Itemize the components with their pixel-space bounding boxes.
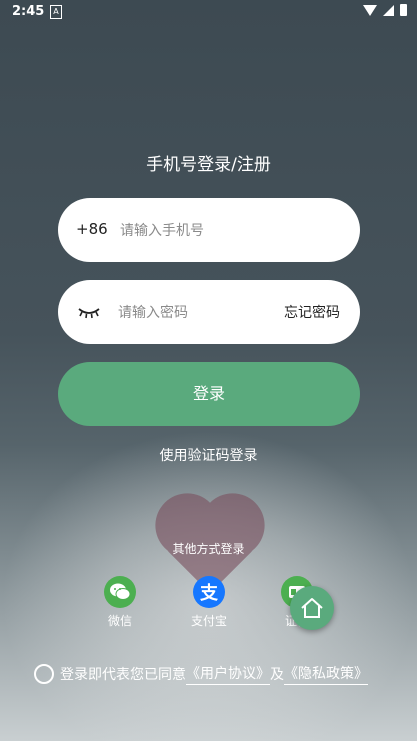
alipay-label: 支付宝 [190, 614, 227, 628]
notification-icon: A [50, 5, 62, 19]
page-title: 手机号登录/注册 [146, 155, 271, 175]
agree-radio[interactable] [34, 664, 54, 684]
forgot-password-link[interactable]: 忘记密码 [284, 302, 340, 322]
privacy-policy-link[interactable]: 《隐私政策》 [284, 663, 368, 685]
wechat-login[interactable]: 微信 [90, 576, 150, 629]
login-button[interactable]: 登录 [58, 362, 360, 426]
agreement-conjunction: 及 [270, 667, 284, 683]
agreement-row: 登录即代表您已同意 《用户协议》 及 《隐私政策》 [34, 663, 368, 685]
alipay-icon: 支 [193, 576, 225, 608]
password-field: 忘记密码 [58, 280, 360, 344]
status-icons [363, 4, 407, 16]
country-code[interactable]: +86 [76, 220, 108, 238]
home-button[interactable] [290, 586, 334, 630]
wechat-icon [104, 576, 136, 608]
wechat-label: 微信 [107, 614, 132, 628]
battery-icon [400, 4, 407, 16]
other-login-title: 其他方式登录 [172, 542, 245, 556]
signal-icon [383, 4, 394, 16]
phone-field: +86 [58, 198, 360, 262]
password-input[interactable] [116, 298, 270, 328]
user-agreement-link[interactable]: 《用户协议》 [186, 663, 270, 685]
phone-input[interactable] [118, 216, 342, 246]
wifi-icon [363, 4, 377, 16]
eye-closed-icon[interactable] [78, 304, 100, 323]
alipay-login[interactable]: 支 支付宝 [179, 576, 239, 629]
status-time: 2:45 [12, 4, 45, 19]
sms-login-link[interactable]: 使用验证码登录 [0, 445, 417, 465]
status-bar: 2:45 A [0, 0, 417, 24]
agreement-prefix: 登录即代表您已同意 [60, 667, 186, 683]
home-icon [301, 598, 323, 618]
